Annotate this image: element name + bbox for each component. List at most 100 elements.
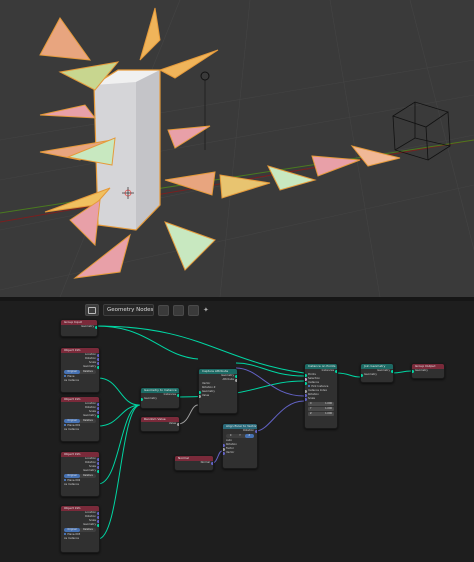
input-socket[interactable] — [412, 370, 414, 373]
transform-space-toggle[interactable]: Original Relative — [64, 474, 96, 478]
scale-z-field[interactable]: Z 1.000 — [308, 412, 334, 416]
socket-row: Rotation — [223, 429, 257, 433]
axis-y[interactable]: Y — [235, 434, 244, 438]
axis-x[interactable]: X — [226, 434, 235, 438]
transform-space-toggle[interactable]: Original Relative — [64, 528, 96, 532]
input-socket[interactable] — [305, 398, 307, 401]
output-socket[interactable] — [97, 366, 99, 369]
socket-label: Scale — [89, 410, 96, 413]
relative-option[interactable]: Relative — [80, 419, 96, 423]
socket-label: Location — [85, 402, 96, 405]
output-socket[interactable] — [211, 462, 213, 465]
scale-z-value: 1.000 — [325, 412, 332, 415]
scale-x-field[interactable]: X 1.000 — [308, 402, 334, 406]
3d-viewport[interactable] — [0, 0, 474, 297]
socket-label: Points — [308, 373, 316, 376]
socket-label: Location — [85, 511, 96, 514]
scale-x-value: 1.000 — [325, 402, 332, 405]
socket-label: Geometry — [81, 325, 94, 328]
scale-y-value: 1.000 — [325, 407, 332, 410]
relative-option[interactable]: Relative — [80, 370, 96, 374]
node-object-info-2[interactable]: Object Info Location Rotation Scale Geom… — [60, 396, 100, 442]
socket-label: Value — [168, 422, 176, 425]
node-capture-attribute[interactable]: Capture Attribute Geometry Attribute Vec… — [198, 368, 238, 414]
relative-option[interactable]: Relative — [80, 528, 96, 532]
socket-label: Normal — [200, 461, 210, 464]
socket-row: Geometry — [61, 414, 99, 418]
node-object-info-1[interactable]: Object Info Location Rotation Scale Geom… — [60, 347, 100, 393]
socket-label: Rotation — [308, 393, 319, 396]
transform-space-toggle[interactable]: Original Relative — [64, 370, 96, 374]
socket-label: Instance — [308, 381, 320, 384]
node-editor[interactable]: Geometry Nodes ✦ Group Input Geometry Ob… — [0, 301, 474, 562]
socket-label: Location — [85, 353, 96, 356]
socket-row: Geometry — [61, 325, 97, 329]
socket-label: Geometry — [83, 414, 96, 417]
object-name: Plane.003 — [67, 533, 81, 537]
as-instance-row[interactable]: As Instance — [61, 379, 99, 383]
socket-row: Vector — [223, 451, 257, 455]
socket-label: Geometry — [83, 469, 96, 472]
input-socket[interactable] — [199, 395, 201, 398]
node-geometry-to-instance[interactable]: Geometry to Instance Instances Geometry — [140, 387, 180, 409]
original-option[interactable]: Original — [64, 528, 80, 532]
axis-z[interactable]: Z — [244, 434, 254, 438]
transform-space-toggle[interactable]: Original Relative — [64, 419, 96, 423]
axis-toggle[interactable]: XYZ — [226, 434, 254, 438]
input-socket[interactable] — [361, 374, 363, 377]
socket-row: Geometry — [361, 373, 393, 377]
original-option[interactable]: Original — [64, 370, 80, 374]
socket-label: Geometry — [202, 390, 215, 393]
node-object-info-3[interactable]: Object Info Location Rotation Scale Geom… — [60, 451, 100, 497]
as-instance-row[interactable]: As Instance — [61, 483, 99, 487]
input-socket[interactable] — [223, 452, 225, 455]
socket-label: Geometry — [83, 365, 96, 368]
node-random-value[interactable]: Random Value Value — [140, 416, 180, 432]
socket-label: Vector — [226, 451, 235, 454]
socket-label: Rotation — [85, 515, 96, 518]
socket-row: Normal — [175, 461, 213, 465]
as-instance-label: As Instance — [64, 537, 79, 540]
original-option[interactable]: Original — [64, 474, 80, 478]
socket-label: Rotation — [85, 406, 96, 409]
as-instance-row[interactable]: As Instance — [61, 428, 99, 432]
input-socket[interactable] — [141, 398, 143, 401]
output-socket[interactable] — [97, 470, 99, 473]
instanced-triangles[interactable] — [39, 7, 401, 279]
socket-label: Value — [202, 394, 210, 397]
scale-y-field[interactable]: Y 1.000 — [308, 407, 334, 411]
socket-label: Instances — [321, 369, 334, 372]
node-group-output[interactable]: Group Output Geometry — [411, 363, 445, 379]
output-socket[interactable] — [255, 430, 257, 433]
light-icon[interactable] — [200, 71, 210, 150]
socket-label: Geometry — [144, 397, 157, 400]
node-join-geometry[interactable]: Join Geometry Geometry Geometry — [360, 363, 394, 383]
relative-option[interactable]: Relative — [80, 474, 96, 478]
node-instance-on-points[interactable]: Instance on Points Instances Points Sele… — [304, 363, 338, 429]
socket-row: Geometry — [412, 369, 444, 373]
as-instance-label: As Instance — [64, 379, 79, 382]
socket-label: Instance Index — [308, 389, 327, 392]
output-socket[interactable] — [97, 524, 99, 527]
as-instance-row[interactable]: As Instance — [61, 537, 99, 541]
original-option[interactable]: Original — [64, 419, 80, 423]
node-normal[interactable]: Normal Normal — [174, 455, 214, 471]
socket-label: Scale — [89, 465, 96, 468]
socket-label: Selection — [308, 377, 320, 380]
socket-label: Rotation — [85, 357, 96, 360]
as-instance-label: As Instance — [64, 428, 79, 431]
output-socket[interactable] — [97, 415, 99, 418]
node-object-info-4[interactable]: Object Info Location Rotation Scale Geom… — [60, 505, 100, 553]
socket-label: Rotation — [85, 461, 96, 464]
socket-label: Attribute — [222, 378, 234, 381]
node-group-input[interactable]: Group Input Geometry — [60, 319, 98, 337]
as-instance-label: As Instance — [64, 483, 79, 486]
node-align-euler-to-vector[interactable]: Align Euler to Vector Rotation XYZ Auto … — [222, 423, 258, 469]
socket-label: Geometry — [364, 373, 377, 376]
socket-row: Scale — [305, 397, 337, 401]
socket-label: Scale — [89, 519, 96, 522]
socket-label: Pick Instance — [311, 385, 329, 389]
output-socket[interactable] — [177, 423, 179, 426]
socket-label: Geometry — [83, 523, 96, 526]
output-socket[interactable] — [95, 326, 97, 329]
